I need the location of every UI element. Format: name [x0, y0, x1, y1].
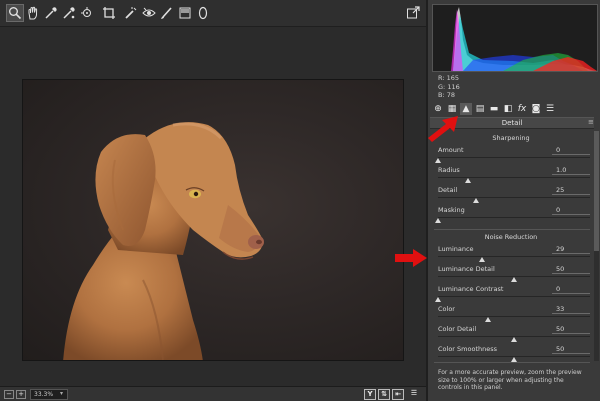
- r-value: 165: [446, 74, 460, 82]
- sharpening-value-field[interactable]: 0: [556, 146, 590, 154]
- right-panel: R: 165 G: 116 B: 78 ⊕ ▦ ▲ ▤ ▬ ◧ fx ◙ ☰ D…: [426, 0, 600, 401]
- sharpening-label: Amount: [438, 146, 464, 154]
- noise-reduction-slider-thumb[interactable]: [479, 257, 486, 262]
- noise-reduction-slider-thumb[interactable]: [485, 317, 492, 322]
- sharpening-slider-thumb[interactable]: [473, 198, 479, 203]
- note-divider: [434, 362, 590, 363]
- noise-reduction-slider-track[interactable]: [438, 316, 590, 317]
- noise-reduction-label: Color: [438, 305, 455, 313]
- before-after-toggle-button[interactable]: Y: [364, 389, 376, 400]
- b-label: B:: [438, 91, 445, 99]
- preview-note: For a more accurate preview, zoom the pr…: [438, 369, 582, 391]
- value-field-underline: [552, 333, 590, 334]
- zoom-out-button[interactable]: −: [4, 390, 14, 399]
- rgb-readout: R: 165 G: 116 B: 78: [438, 74, 460, 100]
- sharpening-label: Radius: [438, 166, 460, 174]
- color-sampler-tool-icon[interactable]: [60, 4, 78, 22]
- value-field-underline: [552, 253, 590, 254]
- noise-reduction-value-field[interactable]: 50: [556, 265, 590, 273]
- sharpening-label: Detail: [438, 186, 458, 194]
- sharpening-slider-track[interactable]: [438, 197, 590, 198]
- sharpening-value-field[interactable]: 0: [556, 206, 590, 214]
- sharpening-value-field[interactable]: 25: [556, 186, 590, 194]
- chevron-down-icon[interactable]: ▾: [60, 390, 63, 397]
- panel-menu-icon[interactable]: ≡: [588, 119, 596, 126]
- sharpening-slider-track[interactable]: [438, 177, 590, 178]
- noise-reduction-slider-thumb[interactable]: [511, 337, 517, 342]
- preview-canvas[interactable]: [0, 27, 426, 386]
- r-label: R:: [438, 74, 445, 82]
- graduated-filter-icon[interactable]: [176, 4, 194, 22]
- hand-tool-icon[interactable]: [24, 4, 42, 22]
- sharpening-label: Masking: [438, 206, 465, 214]
- b-value: 78: [446, 91, 456, 99]
- value-field-underline: [552, 353, 590, 354]
- adjustment-brush-icon[interactable]: [158, 4, 176, 22]
- white-balance-tool-icon[interactable]: [42, 4, 60, 22]
- value-field-underline: [552, 273, 590, 274]
- noise-reduction-value-field[interactable]: 50: [556, 325, 590, 333]
- noise-reduction-slider-thumb[interactable]: [435, 297, 441, 302]
- noise-reduction-slider-thumb[interactable]: [511, 277, 517, 282]
- noise-reduction-slider-track[interactable]: [438, 296, 590, 297]
- value-field-underline: [552, 154, 590, 155]
- presets-tab-icon[interactable]: ☰: [544, 103, 556, 115]
- swap-settings-button[interactable]: ⇅: [378, 389, 390, 400]
- top-toolbar: [0, 0, 426, 27]
- hsl-tab-icon[interactable]: ▤: [474, 103, 486, 115]
- bottom-status-bar: − + 33.3% ▾ Y ⇅ ⇤ ☰: [0, 386, 426, 401]
- noise-reduction-value-field[interactable]: 50: [556, 345, 590, 353]
- dog-photo: [22, 79, 404, 361]
- sharpening-slider-track[interactable]: [438, 217, 590, 218]
- sharpening-value-field[interactable]: 1.0: [556, 166, 590, 174]
- zoom-in-button[interactable]: +: [16, 390, 26, 399]
- noise-reduction-value-field[interactable]: 33: [556, 305, 590, 313]
- spot-removal-tool-icon[interactable]: [122, 4, 140, 22]
- lens-corrections-tab-icon[interactable]: ◧: [502, 103, 514, 115]
- noise-reduction-value-field[interactable]: 0: [556, 285, 590, 293]
- red-eye-tool-icon[interactable]: [140, 4, 158, 22]
- sharpening-slider-thumb[interactable]: [435, 218, 441, 223]
- value-field-underline: [552, 174, 590, 175]
- sharpening-slider-thumb[interactable]: [465, 178, 472, 183]
- copy-settings-button[interactable]: ⇤: [392, 389, 404, 400]
- camera-calibration-tab-icon[interactable]: ◙: [530, 103, 542, 115]
- crop-tool-icon[interactable]: [100, 4, 118, 22]
- targeted-adjustment-tool-icon[interactable]: [78, 4, 96, 22]
- radial-filter-icon[interactable]: [194, 4, 212, 22]
- red-arrow-luminance: [395, 249, 427, 267]
- split-toning-tab-icon[interactable]: ▬: [488, 103, 500, 115]
- view-settings-icon[interactable]: ☰: [408, 389, 420, 400]
- g-value: 116: [447, 82, 460, 91]
- value-field-underline: [552, 313, 590, 314]
- noise-reduction-label: Luminance: [438, 245, 474, 253]
- sharpening-slider-thumb[interactable]: [435, 158, 441, 163]
- noise-reduction-label: Color Detail: [438, 325, 477, 333]
- value-field-underline: [552, 214, 590, 215]
- noise-reduction-header: Noise Reduction: [484, 233, 538, 241]
- sharpening-slider-track[interactable]: [438, 157, 590, 158]
- open-preferences-icon[interactable]: [404, 4, 422, 22]
- noise-reduction-label: Color Smoothness: [438, 345, 498, 353]
- noise-reduction-label: Luminance Contrast: [438, 285, 504, 293]
- panel-scrollbar[interactable]: [594, 131, 599, 361]
- effects-tab-icon[interactable]: fx: [516, 103, 528, 115]
- noise-reduction-slider-track[interactable]: [438, 256, 590, 257]
- scrollbar-thumb[interactable]: [594, 131, 599, 251]
- red-arrow-detail-tab: [428, 116, 458, 142]
- g-label: G:: [438, 82, 446, 91]
- value-field-underline: [552, 293, 590, 294]
- histogram: [432, 4, 598, 72]
- noise-reduction-label: Luminance Detail: [438, 265, 495, 273]
- noise-reduction-value-field[interactable]: 29: [556, 245, 590, 253]
- value-field-underline: [552, 194, 590, 195]
- section-divider: [434, 229, 590, 230]
- zoom-tool-icon[interactable]: [6, 4, 24, 22]
